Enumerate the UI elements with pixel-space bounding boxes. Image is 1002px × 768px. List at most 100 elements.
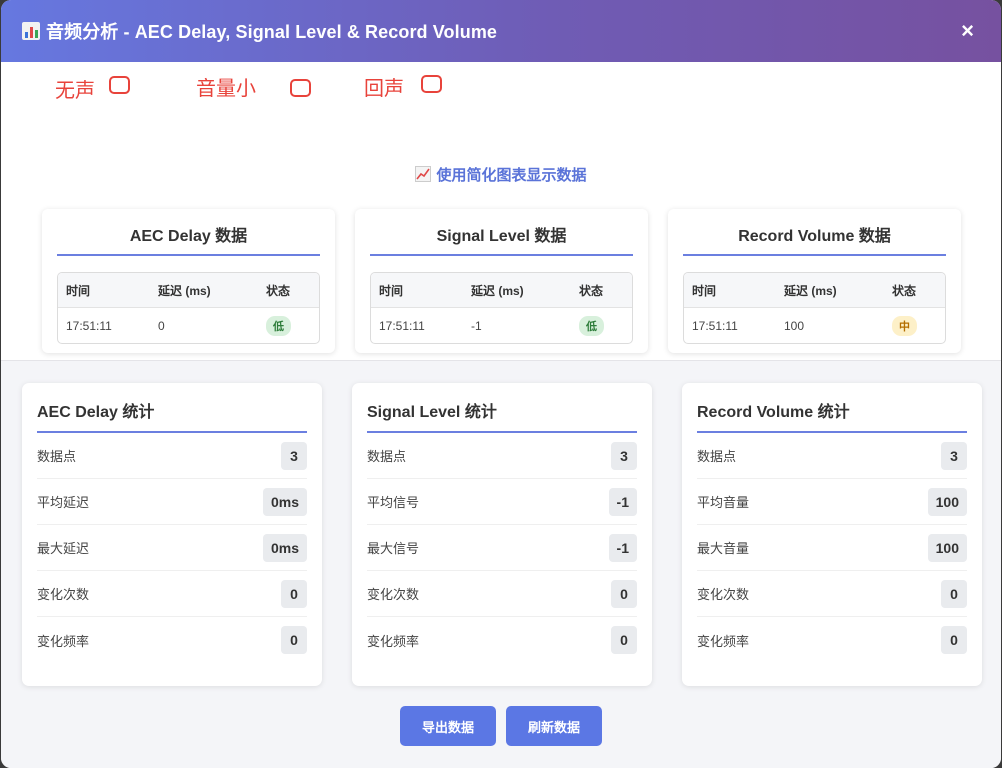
table-row: 17:51:11 100 中 — [684, 308, 945, 343]
stat-value: 100 — [927, 487, 967, 516]
marker-echo-label: 回声 — [364, 76, 404, 100]
stat-value: 3 — [281, 441, 307, 470]
record-volume-data-table: 时间 延迟 (ms) 状态 17:51:11 100 中 — [683, 272, 946, 344]
signal-level-stats-title: Signal Level 统计 — [367, 383, 637, 433]
export-data-button[interactable]: 导出数据 — [400, 706, 496, 746]
stat-label: 变化频率 — [697, 633, 750, 649]
table-header-row: 时间 延迟 (ms) 状态 — [58, 273, 319, 308]
stat-label: 变化次数 — [697, 587, 750, 602]
table-row: 17:51:11 0 低 — [58, 308, 319, 343]
marker-echo-checkbox[interactable] — [421, 74, 442, 93]
stat-label: 变化频率 — [37, 633, 90, 649]
column-header-delay: 延迟 (ms) — [158, 283, 211, 298]
stat-value: 0 — [611, 579, 637, 608]
marker-low-volume: 音量小 — [196, 72, 311, 101]
column-header-time: 时间 — [66, 283, 91, 298]
aec-delay-data-card: AEC Delay 数据 时间 延迟 (ms) 状态 17:51:11 0 低 — [42, 209, 335, 353]
stat-label: 变化次数 — [37, 587, 90, 602]
stat-label: 变化频率 — [367, 633, 420, 649]
stat-row: 变化次数 0 — [367, 571, 637, 617]
stat-row: 变化频率 0 — [37, 617, 307, 663]
stat-label: 平均音量 — [697, 495, 750, 510]
stat-value: 3 — [611, 441, 637, 470]
data-section: 无声 音量小 回声 使用简化图表显示数据 AEC Delay 数据 时间 延迟 … — [1, 62, 1001, 360]
table-header-row: 时间 延迟 (ms) 状态 — [371, 273, 632, 308]
table-header-row: 时间 延迟 (ms) 状态 — [684, 273, 945, 308]
status-badge: 中 — [892, 315, 917, 336]
signal-level-data-table: 时间 延迟 (ms) 状态 17:51:11 -1 低 — [370, 272, 633, 344]
stat-row: 数据点 3 — [37, 433, 307, 479]
cell-value: -1 — [471, 318, 482, 333]
simple-chart-link[interactable]: 使用简化图表显示数据 — [1, 164, 1001, 185]
stat-value: 0 — [941, 579, 967, 608]
stat-row: 最大信号 -1 — [367, 525, 637, 571]
cell-value: 0 — [158, 318, 165, 333]
stat-row: 平均音量 100 — [697, 479, 967, 525]
simple-chart-link-label: 使用简化图表显示数据 — [436, 167, 587, 184]
table-row: 17:51:11 -1 低 — [371, 308, 632, 343]
record-volume-data-title: Record Volume 数据 — [683, 209, 946, 256]
stat-value: 0ms — [262, 487, 307, 516]
aec-delay-data-table: 时间 延迟 (ms) 状态 17:51:11 0 低 — [57, 272, 320, 344]
marker-low-volume-label: 音量小 — [196, 76, 256, 100]
column-header-time: 时间 — [379, 283, 404, 298]
cell-value: 100 — [784, 318, 805, 333]
stat-row: 数据点 3 — [367, 433, 637, 479]
signal-level-data-title: Signal Level 数据 — [370, 209, 633, 256]
status-badge: 低 — [579, 315, 604, 336]
trend-chart-icon — [415, 166, 432, 182]
aec-delay-stats-title: AEC Delay 统计 — [37, 383, 307, 433]
stat-row: 数据点 3 — [697, 433, 967, 479]
stat-label: 平均信号 — [367, 495, 420, 510]
stat-value: 3 — [941, 441, 967, 470]
cell-time: 17:51:11 — [692, 318, 738, 333]
marker-echo: 回声 — [364, 72, 442, 101]
stat-row: 变化次数 0 — [697, 571, 967, 617]
stat-value: -1 — [608, 533, 637, 562]
column-header-delay: 延迟 (ms) — [471, 283, 524, 298]
stat-value: -1 — [608, 487, 637, 516]
marker-silent-checkbox[interactable] — [109, 75, 130, 94]
action-bar: 导出数据 刷新数据 — [1, 706, 1001, 746]
marker-low-volume-checkbox[interactable] — [290, 78, 311, 97]
stat-label: 最大延迟 — [37, 541, 90, 556]
refresh-data-button[interactable]: 刷新数据 — [506, 706, 602, 746]
stat-label: 数据点 — [37, 449, 77, 464]
stat-row: 变化频率 0 — [697, 617, 967, 663]
column-header-time: 时间 — [692, 283, 717, 298]
statistics-section: AEC Delay 统计 数据点 3 平均延迟 0ms 最大延迟 0ms 变化次数 0 … — [1, 360, 1001, 768]
stat-label: 最大信号 — [367, 541, 420, 556]
stat-label: 数据点 — [697, 449, 737, 464]
column-header-status: 状态 — [579, 283, 604, 298]
marker-silent: 无声 — [55, 74, 130, 103]
audio-analysis-dialog: 音频分析 - AEC Delay, Signal Level & Record … — [1, 0, 1001, 768]
stat-row: 平均延迟 0ms — [37, 479, 307, 525]
stat-value: 0 — [281, 626, 307, 654]
stat-label: 数据点 — [367, 449, 407, 464]
cell-time: 17:51:11 — [379, 318, 425, 333]
stat-label: 平均延迟 — [37, 495, 90, 510]
aec-delay-stats-card: AEC Delay 统计 数据点 3 平均延迟 0ms 最大延迟 0ms 变化次数 0 … — [22, 383, 322, 686]
stat-value: 0 — [281, 579, 307, 608]
bar-chart-icon — [22, 22, 40, 40]
signal-level-stats-card: Signal Level 统计 数据点 3 平均信号 -1 最大信号 -1 变化次数 0… — [352, 383, 652, 686]
dialog-title: 音频分析 - AEC Delay, Signal Level & Record … — [46, 22, 498, 42]
stat-label: 变化次数 — [367, 587, 420, 602]
close-icon[interactable]: × — [961, 20, 974, 42]
record-volume-data-card: Record Volume 数据 时间 延迟 (ms) 状态 17:51:11 … — [668, 209, 961, 353]
record-volume-stats-card: Record Volume 统计 数据点 3 平均音量 100 最大音量 100 变化… — [682, 383, 982, 686]
stat-row: 最大音量 100 — [697, 525, 967, 571]
dialog-header: 音频分析 - AEC Delay, Signal Level & Record … — [1, 0, 1001, 62]
signal-level-data-card: Signal Level 数据 时间 延迟 (ms) 状态 17:51:11 -… — [355, 209, 648, 353]
stat-row: 变化次数 0 — [37, 571, 307, 617]
stat-row: 变化频率 0 — [367, 617, 637, 663]
stat-value: 0ms — [262, 533, 307, 562]
stat-label: 最大音量 — [697, 541, 750, 556]
column-header-delay: 延迟 (ms) — [784, 283, 837, 298]
stat-value: 0 — [611, 626, 637, 654]
status-badge: 低 — [266, 315, 291, 336]
stat-value: 100 — [927, 533, 967, 562]
column-header-status: 状态 — [892, 283, 917, 298]
record-volume-stats-title: Record Volume 统计 — [697, 383, 967, 433]
column-header-status: 状态 — [266, 283, 291, 298]
